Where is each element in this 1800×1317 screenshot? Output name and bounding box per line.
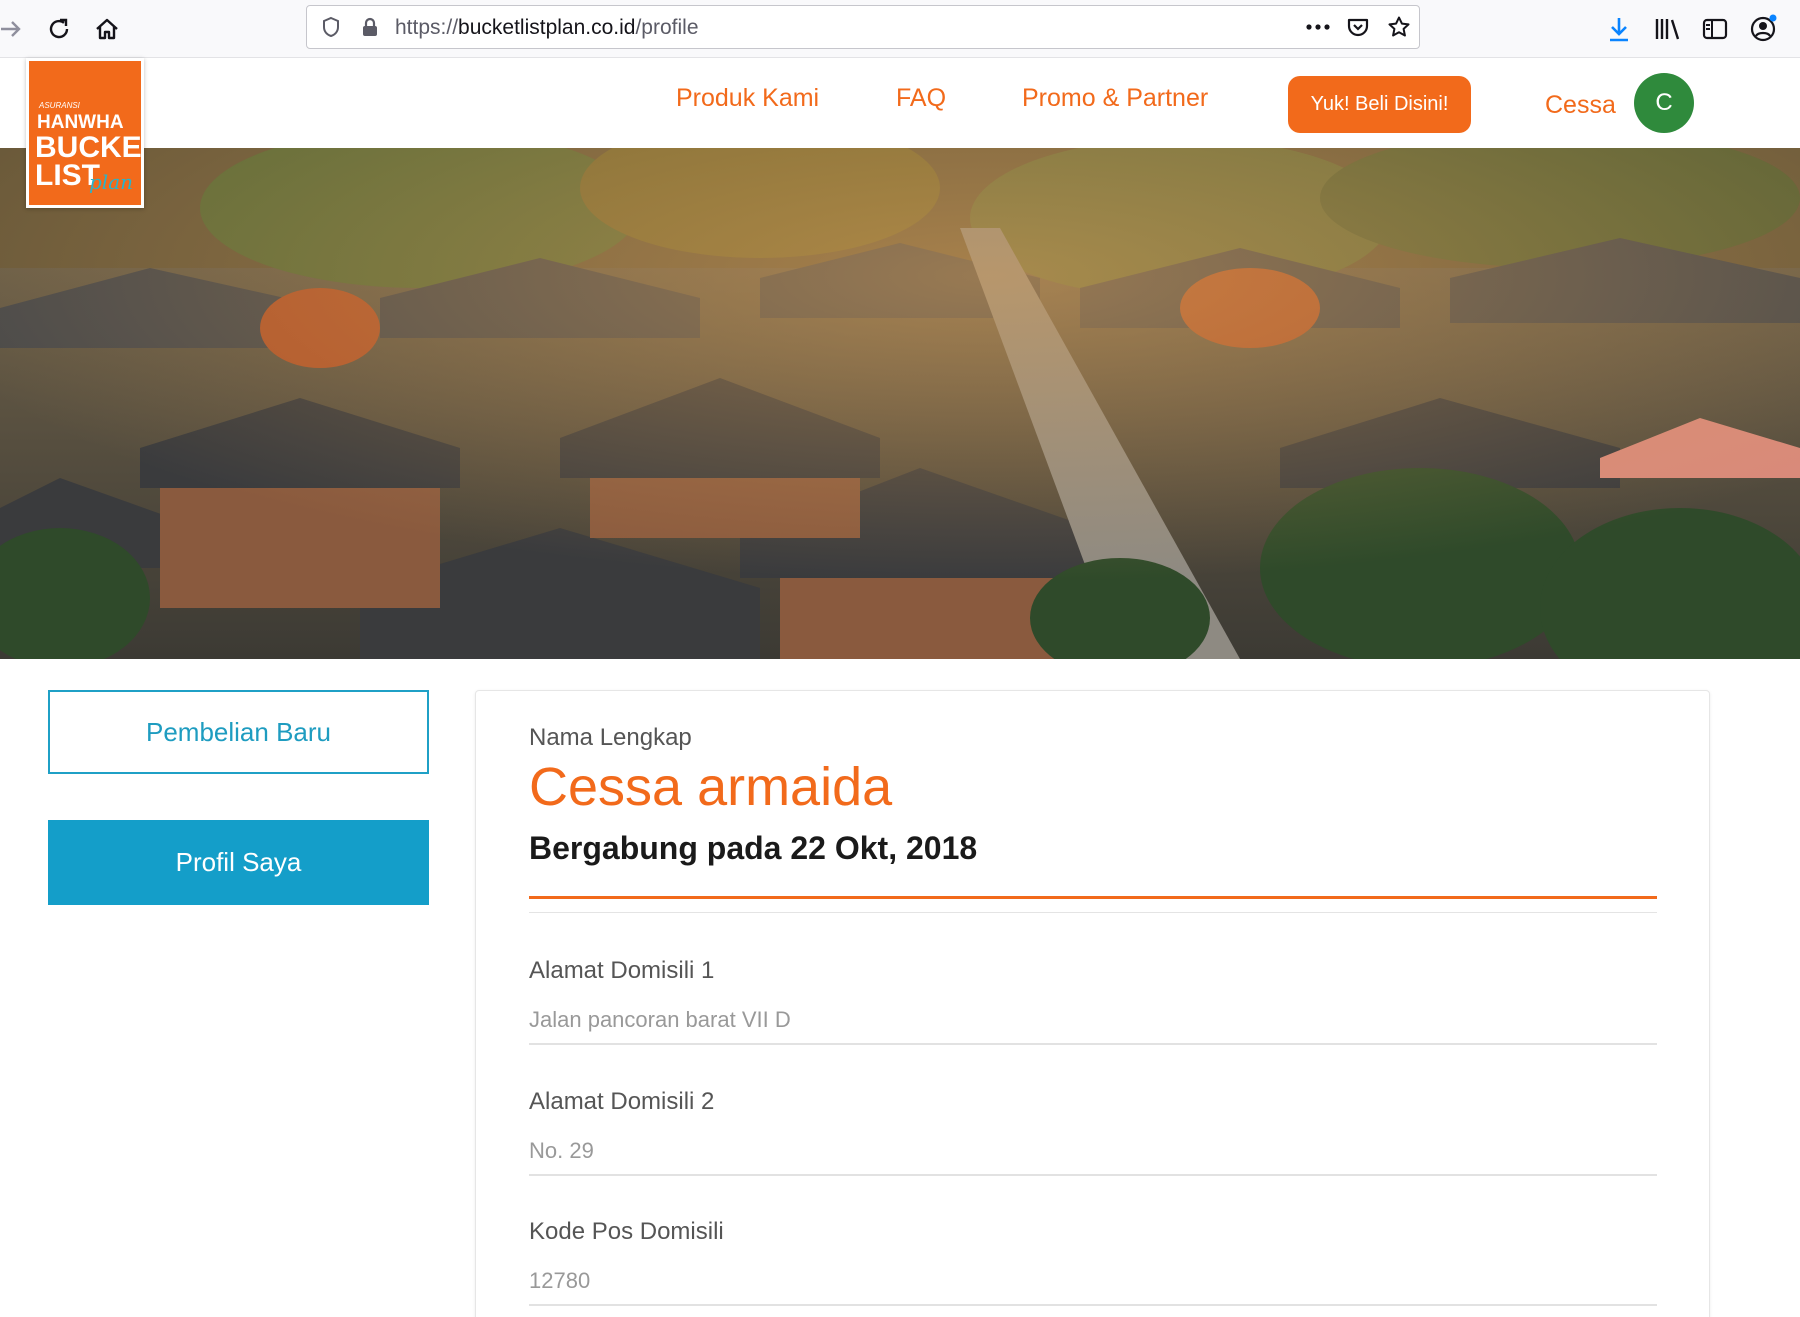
nav-produk-kami[interactable]: Produk Kami bbox=[676, 84, 819, 113]
address-2-label: Alamat Domisili 2 bbox=[529, 1088, 715, 1115]
lock-icon[interactable] bbox=[355, 12, 385, 42]
full-name-label: Nama Lengkap bbox=[529, 724, 692, 751]
address-1-underline bbox=[529, 1043, 1657, 1045]
nav-promo-partner[interactable]: Promo & Partner bbox=[1022, 84, 1208, 113]
reload-icon[interactable] bbox=[42, 12, 76, 46]
home-icon[interactable] bbox=[90, 12, 124, 46]
download-icon[interactable] bbox=[1602, 12, 1636, 46]
postal-code-value[interactable]: 12780 bbox=[529, 1268, 590, 1294]
section-divider bbox=[529, 912, 1657, 913]
bookmark-star-icon[interactable] bbox=[1384, 12, 1414, 42]
more-icon[interactable] bbox=[1303, 12, 1333, 42]
avatar[interactable]: C bbox=[1634, 73, 1694, 133]
address-2-underline bbox=[529, 1174, 1657, 1176]
full-name: Cessa armaida bbox=[529, 757, 893, 817]
logo-line-2: HANWHA bbox=[37, 112, 124, 133]
brand-logo[interactable]: ASURANSI HANWHA BUCKET LIST plan bbox=[26, 58, 144, 208]
sidebar-icon[interactable] bbox=[1698, 12, 1732, 46]
url-text[interactable]: https://bucketlistplan.co.id/profile bbox=[395, 16, 699, 40]
url-scheme: https:// bbox=[395, 16, 459, 39]
my-profile-button[interactable]: Profil Saya bbox=[48, 820, 429, 905]
user-name[interactable]: Cessa bbox=[1545, 91, 1616, 120]
new-purchase-button[interactable]: Pembelian Baru bbox=[48, 690, 429, 774]
joined-date: Bergabung pada 22 Okt, 2018 bbox=[529, 830, 978, 866]
buy-here-button[interactable]: Yuk! Beli Disini! bbox=[1288, 76, 1471, 133]
logo-line-5: plan bbox=[89, 170, 133, 194]
address-1-label: Alamat Domisili 1 bbox=[529, 957, 715, 984]
pocket-icon[interactable] bbox=[1343, 12, 1373, 42]
address-1-value[interactable]: Jalan pancoran barat VII D bbox=[529, 1007, 791, 1033]
postal-code-underline bbox=[529, 1304, 1657, 1306]
browser-toolbar: https://bucketlistplan.co.id/profile bbox=[0, 0, 1800, 58]
account-icon[interactable] bbox=[1746, 12, 1780, 46]
nav-faq[interactable]: FAQ bbox=[896, 84, 946, 113]
logo-line-1: ASURANSI bbox=[38, 101, 81, 110]
header-divider bbox=[529, 896, 1657, 899]
postal-code-label: Kode Pos Domisili bbox=[529, 1218, 724, 1245]
forward-icon[interactable] bbox=[0, 12, 28, 46]
url-path: /profile bbox=[635, 16, 699, 39]
address-bar[interactable]: https://bucketlistplan.co.id/profile bbox=[306, 5, 1420, 49]
url-host: bucketlistplan.co.id bbox=[458, 16, 636, 39]
library-icon[interactable] bbox=[1650, 12, 1684, 46]
hero-image bbox=[0, 148, 1800, 659]
shield-icon[interactable] bbox=[316, 12, 346, 42]
address-2-value[interactable]: No. 29 bbox=[529, 1138, 594, 1164]
